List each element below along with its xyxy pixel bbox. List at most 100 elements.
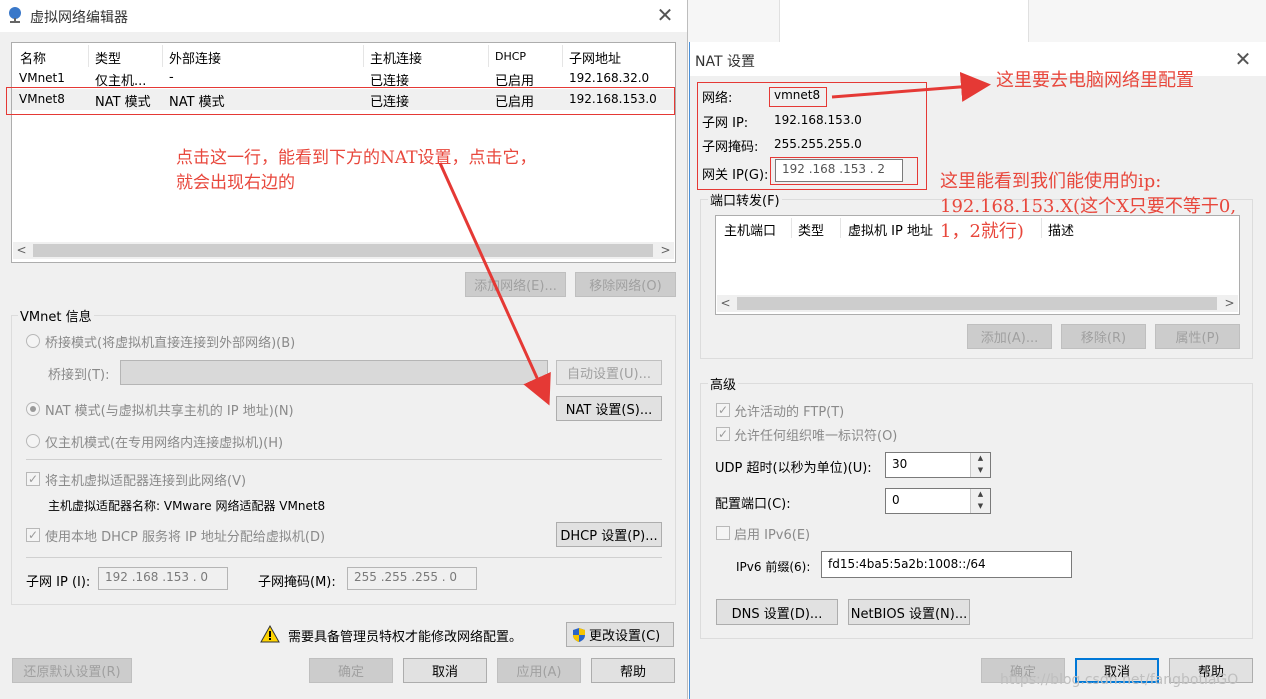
scroll-thumb[interactable] [33,244,653,257]
subnet-ip-field[interactable]: 192 .168 .153 . 0 [98,567,228,590]
enable-ipv6-label[interactable]: 启用 IPv6(E) [734,524,810,543]
watermark-text: https://blog.csdn.net/fangbotiaGO [1000,672,1239,688]
allow-ftp-label[interactable]: 允许活动的 FTP(T) [734,401,844,420]
udp-timeout-stepper[interactable]: ▲ ▼ [970,453,990,477]
col-sep [162,45,163,67]
add-port-button[interactable]: 添加(A)... [967,324,1052,349]
warning-icon [260,625,280,643]
help-button[interactable]: 帮助 [591,658,675,683]
enable-ipv6-checkbox[interactable] [716,526,730,540]
ipv6-prefix-input[interactable]: fd15:4ba5:5a2b:1008::/64 [821,551,1072,578]
horizontal-scrollbar[interactable]: < > [717,295,1238,312]
highlight-gateway [770,157,918,185]
port-forwarding-label: 端口转发(F) [708,190,782,209]
table-row[interactable]: VMnet1 仅主机... - 已连接 已启用 192.168.32.0 [12,68,675,89]
chevron-down-icon[interactable]: ▼ [971,501,990,513]
ipv6-prefix-label: IPv6 前缀(6): [736,560,811,574]
config-port-label: 配置端口(C): [715,497,791,512]
ok-button[interactable]: 确定 [309,658,393,683]
connect-adapter-label[interactable]: 将主机虚拟适配器连接到此网络(V) [45,470,246,489]
pf-col-header-vm-ip[interactable]: 虚拟机 IP 地址 [848,220,933,239]
allow-uuid-label[interactable]: 允许任何组织唯一标识符(O) [734,425,897,444]
col-sep [488,45,489,67]
col-sep [840,218,841,238]
restore-defaults-button[interactable]: 还原默认设置(R) [12,658,132,683]
col-header-host[interactable]: 主机连接 [370,48,422,67]
auto-settings-button[interactable]: 自动设置(U)... [556,360,662,385]
remove-network-button[interactable]: 移除网络(O) [575,272,676,297]
allow-uuid-checkbox[interactable]: ✓ [716,427,730,441]
network-globe-icon [9,7,21,23]
close-icon[interactable]: ✕ [1230,48,1256,72]
col-header-type[interactable]: 类型 [95,48,121,67]
row-cell: 192.168.32.0 [569,71,650,85]
adapter-name-text: 主机虚拟适配器名称: VMware 网络适配器 VMnet8 [48,499,326,513]
chevron-up-icon[interactable]: ▲ [971,489,990,501]
col-sep [88,45,89,67]
col-header-name[interactable]: 名称 [20,48,46,67]
remove-port-button[interactable]: 移除(R) [1061,324,1146,349]
row-cell: - [169,70,174,85]
apply-button[interactable]: 应用(A) [497,658,581,683]
chevron-down-icon[interactable]: ▼ [971,465,990,477]
pf-col-header-host-port[interactable]: 主机端口 [724,220,776,239]
highlight-network-value [769,87,827,107]
annotation-usable-ip-3: 1，2就行) [940,221,1024,242]
col-header-subnet[interactable]: 子网地址 [569,48,621,67]
use-dhcp-label[interactable]: 使用本地 DHCP 服务将 IP 地址分配给虚拟机(D) [45,526,325,545]
pf-col-header-desc[interactable]: 描述 [1048,220,1074,239]
window-title: NAT 设置 [695,54,755,70]
row-cell: VMnet1 [19,71,65,85]
annotation-configure-network: 这里要去电脑网络里配置 [996,70,1194,91]
config-port-stepper[interactable]: ▲ ▼ [970,489,990,513]
divider [26,557,662,558]
col-sep [791,218,792,238]
subnet-mask-field[interactable]: 255 .255 .255 . 0 [347,567,477,590]
bridge-to-select[interactable] [120,360,548,385]
divider [26,459,662,460]
bridge-to-label: 桥接到(T): [48,368,110,383]
nat-settings-button[interactable]: NAT 设置(S)... [556,396,662,421]
use-dhcp-checkbox[interactable]: ✓ [26,528,40,542]
col-header-dhcp[interactable]: DHCP [495,50,526,63]
annotation-usable-ip-2: 192.168.153.X(这个X只要不等于0, [940,196,1237,217]
allow-ftp-checkbox[interactable]: ✓ [716,403,730,417]
scroll-right-icon[interactable]: > [657,242,674,259]
change-settings-label: 更改设置(C) [589,629,661,644]
admin-warning-text: 需要具备管理员特权才能修改网络配置。 [288,630,523,645]
horizontal-scrollbar[interactable]: < > [13,242,674,259]
col-sep [562,45,563,67]
dns-settings-button[interactable]: DNS 设置(D)... [716,599,838,625]
bridge-mode-label[interactable]: 桥接模式(将虚拟机直接连接到外部网络)(B) [45,332,295,351]
annotation-click-row-1: 点击这一行，能看到下方的NAT设置，点击它， [176,148,537,168]
scroll-left-icon[interactable]: < [717,295,734,312]
cancel-button[interactable]: 取消 [403,658,487,683]
scroll-left-icon[interactable]: < [13,242,30,259]
port-properties-button[interactable]: 属性(P) [1155,324,1240,349]
close-icon[interactable]: ✕ [652,4,678,28]
col-sep [1041,218,1042,238]
host-only-radio[interactable] [26,434,40,448]
host-only-label[interactable]: 仅主机模式(在专用网络内连接虚拟机)(H) [45,432,283,451]
nat-mode-label[interactable]: NAT 模式(与虚拟机共享主机的 IP 地址)(N) [45,400,294,419]
dhcp-settings-button[interactable]: DHCP 设置(P)... [556,522,662,547]
window-title: 虚拟网络编辑器 [30,10,128,26]
change-settings-button[interactable]: 更改设置(C) [566,622,674,647]
add-network-button[interactable]: 添加网络(E)... [465,272,566,297]
scroll-right-icon[interactable]: > [1221,295,1238,312]
col-sep [363,45,364,67]
scroll-thumb[interactable] [737,297,1217,310]
annotation-click-row-2: 就会出现右边的 [176,173,295,193]
col-header-external[interactable]: 外部连接 [169,48,221,67]
background-panel [779,0,1029,42]
bridge-mode-radio[interactable] [26,334,40,348]
udp-timeout-label: UDP 超时(以秒为单位)(U): [715,461,872,476]
nat-mode-radio[interactable] [26,402,40,416]
chevron-up-icon[interactable]: ▲ [971,453,990,465]
vmnet-info-label: VMnet 信息 [18,306,94,325]
pf-col-header-type[interactable]: 类型 [798,220,824,239]
netbios-settings-button[interactable]: NetBIOS 设置(N)... [848,599,970,625]
annotation-usable-ip-1: 这里能看到我们能使用的ip: [940,171,1162,192]
connect-adapter-checkbox[interactable]: ✓ [26,472,40,486]
title-bar: 虚拟网络编辑器 ✕ [0,0,687,32]
